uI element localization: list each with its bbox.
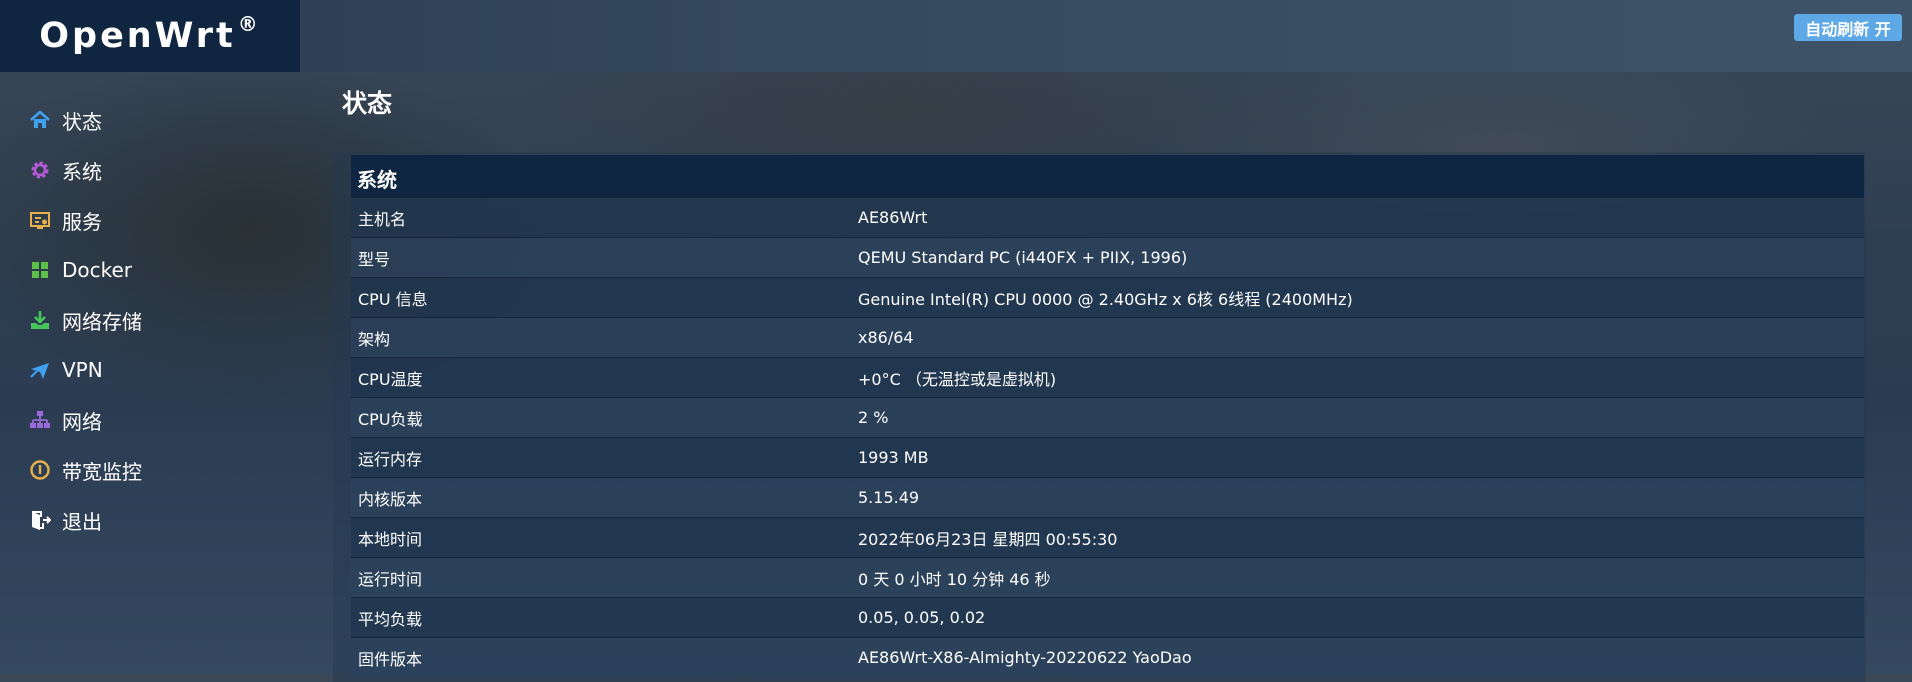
row-key: 运行内存 (351, 437, 858, 478)
row-value: AE86Wrt-X86-Almighty-20220622 YaoDao (858, 637, 1864, 678)
sidebar-item-bandwidth[interactable]: 带宽监控 (28, 450, 288, 490)
row-value: 0.05, 0.05, 0.02 (858, 597, 1864, 638)
download-icon (28, 308, 52, 332)
services-icon (28, 208, 52, 232)
row-key: 平均负载 (351, 597, 858, 638)
sidebar-item-label: 网络 (62, 409, 102, 434)
logout-icon (28, 508, 52, 532)
system-info-table: 主机名 AE86Wrt 型号 QEMU Standard PC (i440FX + … (351, 197, 1864, 678)
top-bar: OpenWrt ® 自动刷新 开 (0, 0, 1912, 72)
table-row: 主机名 AE86Wrt (351, 197, 1864, 238)
sidebar-item-label: Docker (62, 258, 133, 282)
sidebar-item-label: 服务 (62, 209, 102, 234)
grid-icon (28, 258, 52, 282)
sidebar: 状态 系统 服务 Docker 网络存储 VPN 网络 带宽监控 退出 (0, 72, 300, 673)
row-value: 1993 MB (858, 437, 1864, 478)
row-value: AE86Wrt (858, 197, 1864, 238)
sidebar-item-status[interactable]: 状态 (28, 100, 288, 140)
table-row: 运行内存 1993 MB (351, 437, 1864, 478)
sidebar-item-vpn[interactable]: VPN (28, 350, 288, 390)
brand-logo[interactable]: OpenWrt ® (0, 0, 300, 72)
row-key: 型号 (351, 237, 858, 278)
row-key: 固件版本 (351, 637, 858, 678)
row-value: 2 % (858, 397, 1864, 438)
sidebar-item-network[interactable]: 网络 (28, 400, 288, 440)
table-row: 平均负载 0.05, 0.05, 0.02 (351, 597, 1864, 638)
row-value: 2022年06月23日 星期四 00:55:30 (858, 517, 1864, 558)
row-key: CPU温度 (351, 357, 858, 398)
table-row: 架构 x86/64 (351, 317, 1864, 358)
sidebar-item-label: 状态 (62, 109, 102, 134)
section-header: 系统 (351, 155, 1864, 197)
table-row: 本地时间 2022年06月23日 星期四 00:55:30 (351, 517, 1864, 558)
home-icon (28, 108, 52, 132)
sidebar-item-label: 系统 (62, 159, 102, 184)
row-value: QEMU Standard PC (i440FX + PIIX, 1996) (858, 237, 1864, 278)
page-title: 状态 (342, 89, 393, 118)
row-key: CPU 信息 (351, 277, 858, 318)
table-row: 内核版本 5.15.49 (351, 477, 1864, 518)
gauge-icon (28, 458, 52, 482)
sidebar-item-system[interactable]: 系统 (28, 150, 288, 190)
table-row: CPU温度 +0°C （无温控或是虚拟机) (351, 357, 1864, 398)
sidebar-item-services[interactable]: 服务 (28, 200, 288, 240)
row-key: 架构 (351, 317, 858, 358)
sidebar-item-label: 退出 (62, 509, 102, 534)
row-value: +0°C （无温控或是虚拟机) (858, 357, 1864, 398)
sidebar-item-nas[interactable]: 网络存储 (28, 300, 288, 340)
sidebar-item-label: VPN (62, 358, 103, 382)
gear-icon (28, 158, 52, 182)
section-title: 系统 (357, 168, 397, 192)
sidebar-item-docker[interactable]: Docker (28, 250, 288, 290)
table-row: 固件版本 AE86Wrt-X86-Almighty-20220622 YaoDao (351, 637, 1864, 678)
brand-name: OpenWrt ® (39, 12, 261, 56)
table-row: 运行时间 0 天 0 小时 10 分钟 46 秒 (351, 557, 1864, 598)
row-key: 主机名 (351, 197, 858, 238)
sidebar-item-label: 带宽监控 (62, 459, 142, 484)
row-key: 运行时间 (351, 557, 858, 598)
sidebar-item-label: 网络存储 (62, 309, 142, 334)
row-value: 5.15.49 (858, 477, 1864, 518)
row-value: Genuine Intel(R) CPU 0000 @ 2.40GHz x 6核… (858, 277, 1864, 318)
sidebar-item-logout[interactable]: 退出 (28, 500, 288, 540)
auto-refresh-toggle[interactable]: 自动刷新 开 (1794, 14, 1902, 41)
row-key: CPU负载 (351, 397, 858, 438)
row-value: x86/64 (858, 317, 1864, 358)
table-row: CPU 信息 Genuine Intel(R) CPU 0000 @ 2.40GH… (351, 277, 1864, 318)
table-row: 型号 QEMU Standard PC (i440FX + PIIX, 1996) (351, 237, 1864, 278)
table-row: CPU负载 2 % (351, 397, 1864, 438)
row-key: 本地时间 (351, 517, 858, 558)
row-value: 0 天 0 小时 10 分钟 46 秒 (858, 557, 1864, 598)
row-key: 内核版本 (351, 477, 858, 518)
network-icon (28, 408, 52, 432)
plane-icon (28, 358, 52, 382)
